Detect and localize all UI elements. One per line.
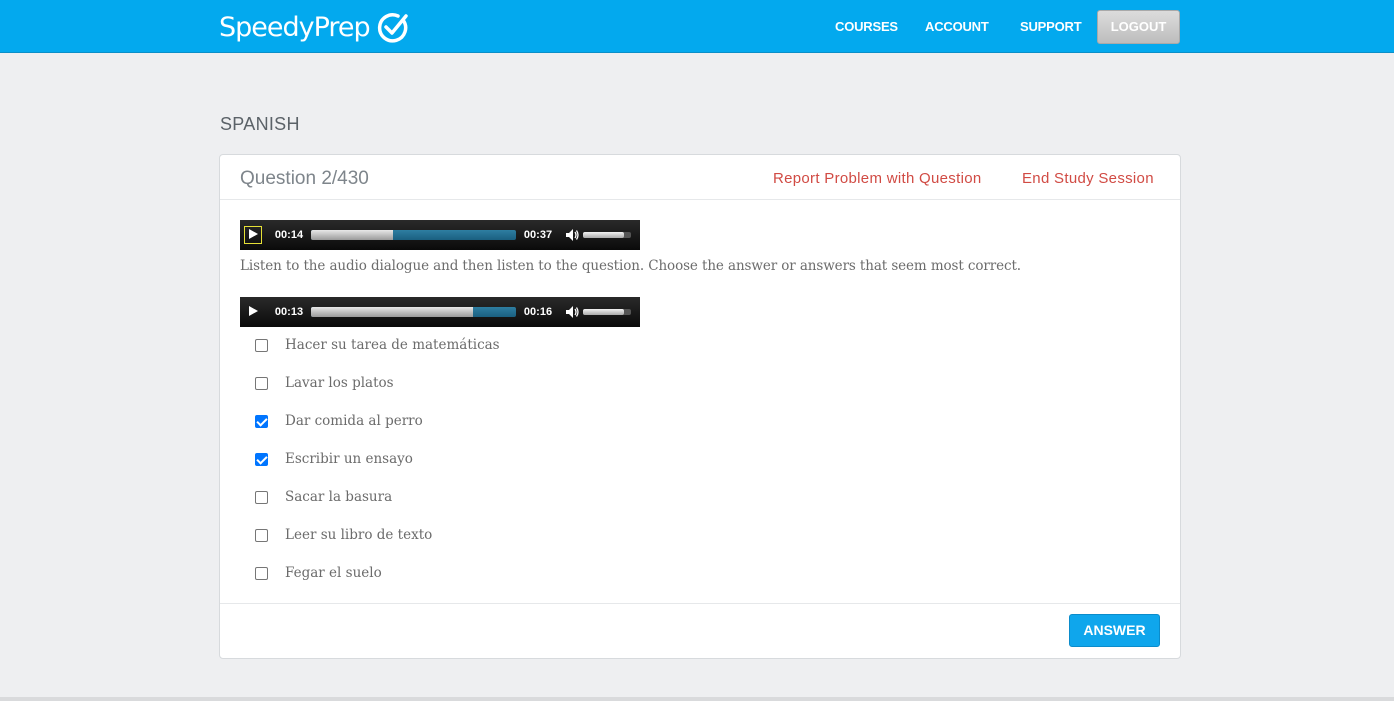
- answer-button[interactable]: ANSWER: [1069, 614, 1160, 647]
- nav-courses[interactable]: COURSES: [835, 19, 898, 34]
- page-title: SPANISH: [220, 114, 300, 134]
- current-time: 00:13: [274, 306, 304, 318]
- answer-option[interactable]: Sacar la basura: [255, 485, 755, 509]
- option-label: Lavar los platos: [285, 375, 394, 391]
- answer-option[interactable]: Fegar el suelo: [255, 561, 755, 585]
- dialogue-audio-player: 00:14 00:37: [240, 220, 640, 250]
- option-label: Hacer su tarea de matemáticas: [285, 337, 500, 353]
- duration-time: 00:16: [523, 306, 553, 318]
- option-checkbox[interactable]: [255, 490, 268, 504]
- progress-slider[interactable]: [311, 307, 516, 317]
- top-navbar: SpeedyPrep COURSES ACCOUNT SUPPORT LOGOU…: [0, 0, 1394, 53]
- option-label: Leer su libro de texto: [285, 527, 433, 543]
- volume-slider[interactable]: [583, 309, 631, 315]
- volume-icon[interactable]: [564, 227, 580, 243]
- answer-option[interactable]: Lavar los platos: [255, 371, 755, 395]
- volume-fill: [583, 309, 624, 315]
- answer-option[interactable]: Dar comida al perro: [255, 409, 755, 433]
- option-checkbox[interactable]: [255, 452, 268, 466]
- progress-slider[interactable]: [311, 230, 516, 240]
- option-checkbox[interactable]: [255, 414, 268, 428]
- progress-fill: [311, 230, 393, 240]
- volume-slider[interactable]: [583, 232, 631, 238]
- page-bottom-border: [0, 697, 1394, 701]
- question-card-header: Question 2/430 Report Problem with Quest…: [220, 155, 1180, 200]
- option-checkbox[interactable]: [255, 528, 268, 542]
- answer-option[interactable]: Hacer su tarea de matemáticas: [255, 333, 755, 357]
- play-icon[interactable]: [244, 226, 262, 244]
- current-time: 00:14: [274, 229, 304, 241]
- logout-button[interactable]: LOGOUT: [1097, 10, 1180, 44]
- option-label: Sacar la basura: [285, 489, 393, 505]
- play-icon[interactable]: [244, 303, 262, 321]
- option-label: Escribir un ensayo: [285, 451, 413, 467]
- main-nav: COURSES ACCOUNT SUPPORT LOGOUT: [0, 10, 1394, 44]
- option-checkbox[interactable]: [255, 566, 268, 580]
- option-checkbox[interactable]: [255, 376, 268, 390]
- nav-support[interactable]: SUPPORT: [1020, 19, 1082, 34]
- report-problem-link[interactable]: Report Problem with Question: [773, 170, 982, 187]
- volume-fill: [583, 232, 624, 238]
- question-card: Question 2/430 Report Problem with Quest…: [219, 154, 1181, 659]
- volume-icon[interactable]: [564, 304, 580, 320]
- option-label: Dar comida al perro: [285, 413, 423, 429]
- question-audio-player: 00:13 00:16: [240, 297, 640, 327]
- duration-time: 00:37: [523, 229, 553, 241]
- answer-option[interactable]: Leer su libro de texto: [255, 523, 755, 547]
- progress-fill: [311, 307, 473, 317]
- nav-account[interactable]: ACCOUNT: [925, 19, 989, 34]
- question-instructions: Listen to the audio dialogue and then li…: [240, 258, 1021, 274]
- question-card-footer: ANSWER: [220, 603, 1180, 658]
- end-study-session-link[interactable]: End Study Session: [1022, 170, 1154, 187]
- answer-option[interactable]: Escribir un ensayo: [255, 447, 755, 471]
- option-label: Fegar el suelo: [285, 565, 382, 581]
- option-checkbox[interactable]: [255, 338, 268, 352]
- question-counter: Question 2/430: [240, 168, 369, 189]
